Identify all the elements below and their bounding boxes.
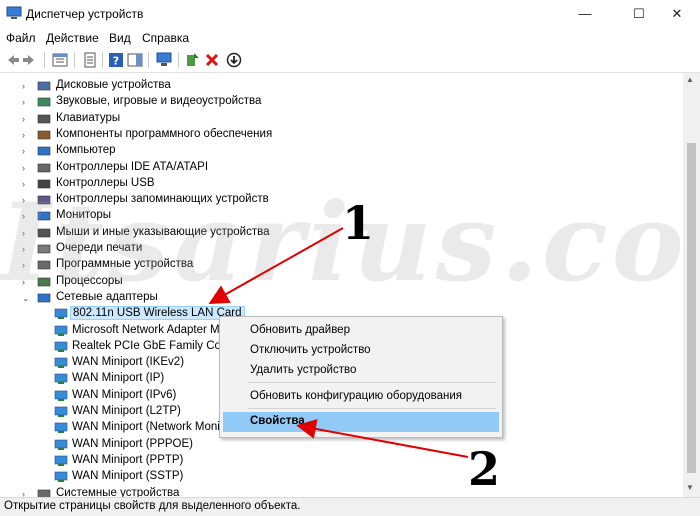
annotation-one: 1 (342, 196, 375, 250)
annotation-arrows (208, 227, 469, 458)
arrow-to-adapter (208, 227, 344, 304)
arrow-to-properties (296, 419, 469, 458)
annotation-two: 2 (468, 442, 501, 496)
